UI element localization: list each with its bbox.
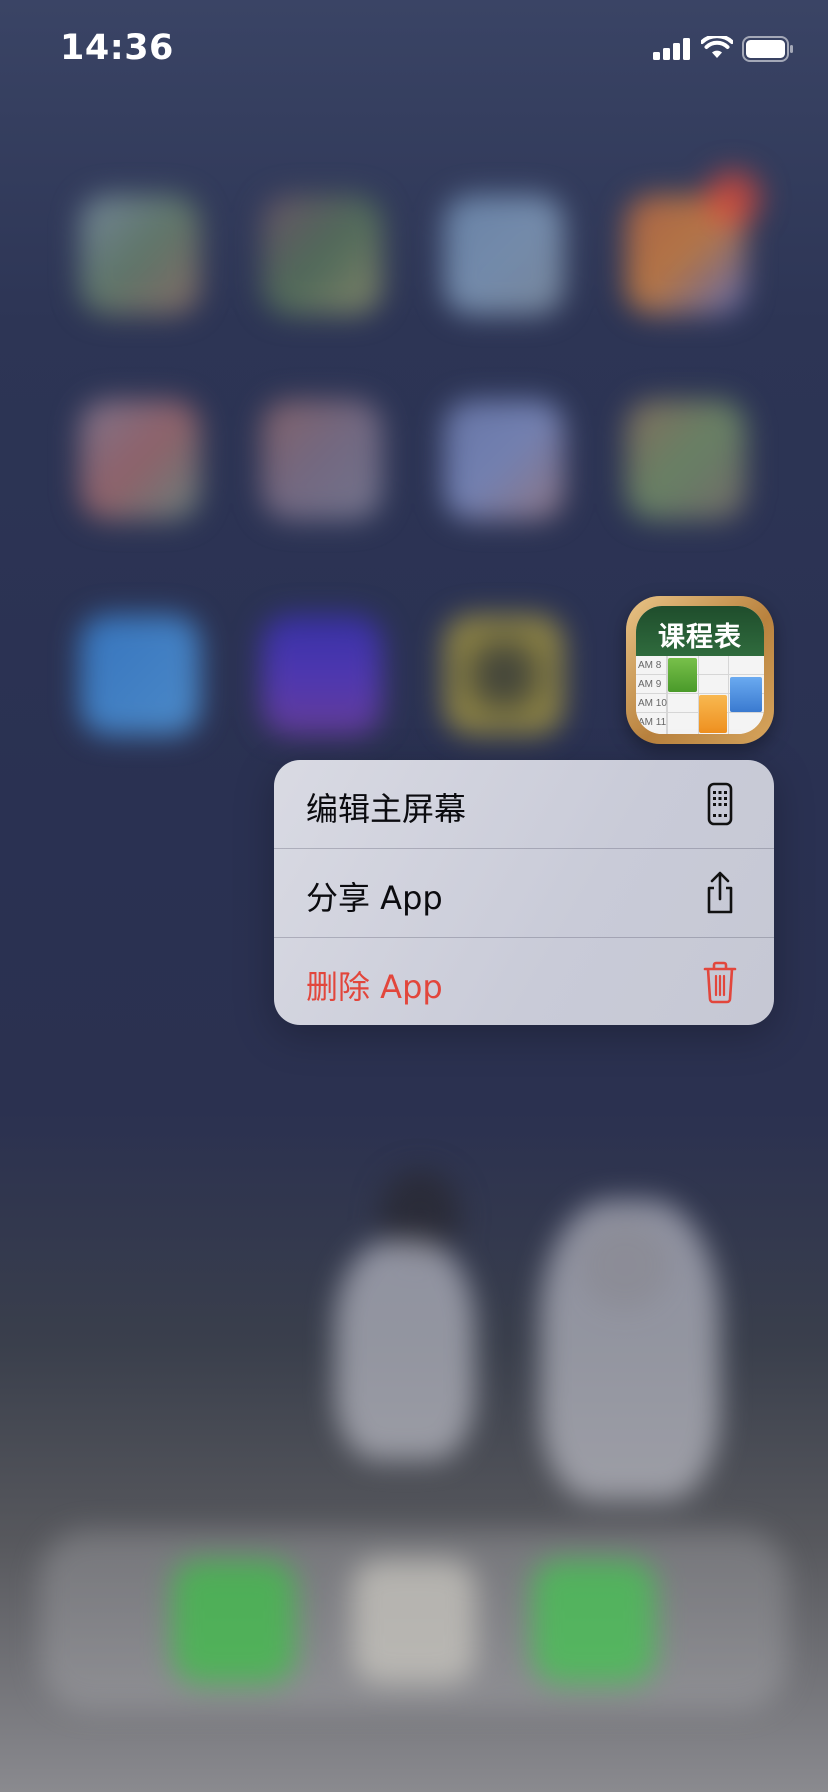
class-block-orange [699, 695, 727, 733]
wifi-icon [701, 36, 733, 58]
time-row-label: AM 10 [638, 698, 667, 709]
menu-item-edit-home-screen[interactable]: 编辑主屏幕 [274, 760, 774, 848]
app-context-menu: 编辑主屏幕 分享 App 删除 App [274, 760, 774, 1025]
phone-home-screen-icon [707, 782, 733, 826]
menu-item-delete-app[interactable]: 删除 App [274, 938, 774, 1025]
blurred-dock-icon [352, 1560, 476, 1684]
trash-icon [703, 961, 737, 1004]
timetable-grid: AM 8 AM 9 AM 10 AM 11 [636, 656, 764, 734]
app-icon-face: 课程表 AM 8 AM 9 AM 10 AM 11 [636, 606, 764, 734]
class-block-green [668, 658, 697, 692]
blurred-app-icon [80, 400, 200, 520]
blurred-app-icon [262, 615, 382, 735]
menu-item-label: 分享 App [306, 879, 443, 917]
blurred-app-icon [80, 195, 200, 315]
status-bar: 14:36 [0, 0, 828, 100]
blurred-app-icon [444, 195, 564, 315]
blurred-app-icon [626, 400, 746, 520]
blurred-badge [705, 170, 761, 226]
blurred-app-icon [80, 615, 200, 735]
time-row-label: AM 8 [638, 660, 662, 671]
share-icon [707, 871, 733, 914]
cellular-signal-icon [653, 38, 690, 60]
menu-item-label: 编辑主屏幕 [306, 790, 467, 828]
status-time: 14:36 [60, 28, 174, 68]
time-row-label: AM 11 [638, 717, 667, 728]
menu-item-label: 删除 App [306, 968, 443, 1006]
blurred-app-icon [444, 400, 564, 520]
menu-item-share-app[interactable]: 分享 App [274, 849, 774, 937]
battery-icon [742, 36, 793, 62]
time-row-label: AM 9 [638, 679, 662, 690]
timetable-app-icon[interactable]: 课程表 AM 8 AM 9 AM 10 AM 11 [626, 596, 774, 744]
blurred-figure [540, 1200, 720, 1500]
blurred-dock-icon [172, 1560, 296, 1684]
blurred-figure [335, 1240, 475, 1460]
app-icon-title: 课程表 [658, 622, 742, 653]
blurred-dock-icon [532, 1560, 656, 1684]
blurred-app-icon [444, 615, 564, 735]
blurred-app-icon [262, 400, 382, 520]
blurred-app-icon [262, 195, 382, 315]
class-block-blue [730, 677, 762, 712]
